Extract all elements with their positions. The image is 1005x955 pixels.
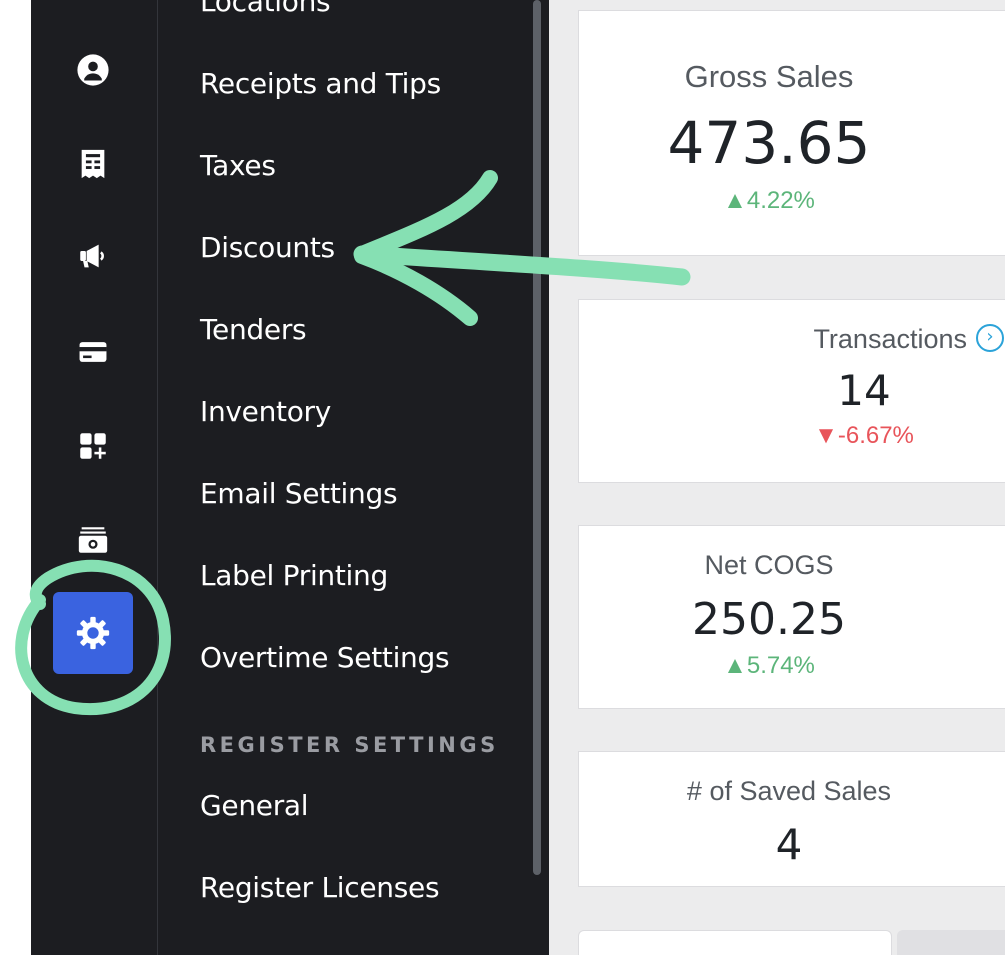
dashboard-panel: Gross Sales 473.65 ▲4.22% Transactions ›…	[549, 0, 1005, 955]
menu-item-taxes[interactable]: Taxes	[200, 149, 276, 182]
menu-item-inventory[interactable]: Inventory	[200, 395, 331, 428]
menu-item-overtime-settings[interactable]: Overtime Settings	[200, 641, 450, 674]
menu-item-tenders[interactable]: Tenders	[200, 313, 307, 346]
card-value: 250.25	[692, 594, 846, 645]
card-change: ▲4.22%	[723, 187, 815, 214]
menu-item-register-licenses[interactable]: Register Licenses	[200, 871, 440, 904]
card-title: Net COGS	[704, 550, 834, 580]
menu-scrollbar[interactable]	[533, 0, 541, 875]
menu-item-label-printing[interactable]: Label Printing	[200, 559, 388, 592]
app-window: Locations Receipts and Tips Taxes Discou…	[31, 0, 1005, 955]
menu-item-general[interactable]: General	[200, 789, 309, 822]
menu-item-locations[interactable]: Locations	[200, 0, 331, 18]
saved-sales-card[interactable]: # of Saved Sales 4	[578, 751, 1005, 887]
card-change: ▲5.74%	[723, 652, 815, 679]
menu-item-email-settings[interactable]: Email Settings	[200, 477, 398, 510]
menu-item-discounts[interactable]: Discounts	[200, 231, 335, 264]
transactions-card[interactable]: Transactions › 14 ▼-6.67%	[578, 299, 1005, 483]
card-title: Transactions	[813, 324, 967, 354]
card-value: 14	[837, 366, 891, 415]
megaphone-icon[interactable]	[75, 238, 111, 274]
menu-item-receipts-and-tips[interactable]: Receipts and Tips	[200, 67, 441, 100]
card-partial	[578, 930, 892, 955]
net-cogs-card[interactable]: Net COGS 250.25 ▲5.74%	[578, 525, 1005, 709]
icon-rail	[31, 0, 157, 955]
card-value: 4	[775, 820, 803, 869]
credit-card-icon[interactable]	[75, 334, 111, 370]
gross-sales-card[interactable]: Gross Sales 473.65 ▲4.22%	[578, 10, 1005, 256]
card-placeholder	[897, 930, 1005, 955]
section-header-register-settings: REGISTER SETTINGS	[200, 733, 499, 757]
user-circle-icon[interactable]	[75, 52, 111, 88]
settings-nav-button[interactable]	[53, 592, 133, 674]
add-apps-icon[interactable]	[75, 428, 111, 464]
gear-icon	[76, 616, 110, 650]
card-value: 473.65	[667, 109, 871, 177]
card-change: ▼-6.67%	[814, 422, 914, 449]
card-title: Gross Sales	[684, 59, 854, 94]
chevron-right-icon[interactable]: ›	[976, 324, 1004, 352]
card-title: # of Saved Sales	[686, 776, 892, 806]
cash-icon[interactable]	[75, 522, 111, 558]
receipt-icon[interactable]	[75, 146, 111, 182]
